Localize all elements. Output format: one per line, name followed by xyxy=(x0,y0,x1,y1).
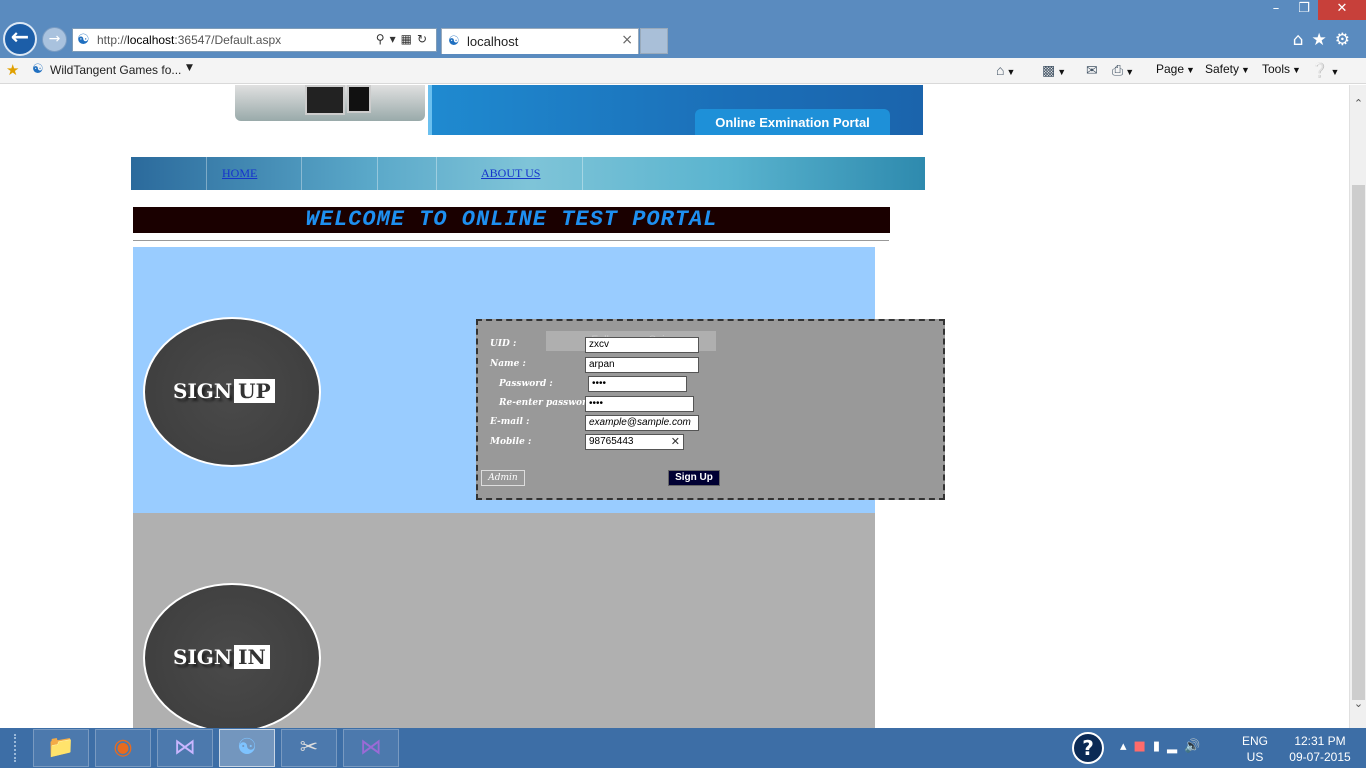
banner-graphic: Online Exmination Portal xyxy=(428,85,923,135)
site-banner: Online Exmination Portal xyxy=(235,85,923,135)
signup-badge[interactable]: SIGN UP xyxy=(143,317,321,467)
name-input[interactable]: arpan xyxy=(585,357,699,373)
firefox-icon[interactable]: ◉ xyxy=(95,729,151,767)
favorite-site-icon: ☯ xyxy=(32,62,44,77)
signin-badge-box: IN xyxy=(234,645,270,669)
mobile-label: Mobile : xyxy=(490,437,532,447)
tab-localhost[interactable]: ☯ localhost × xyxy=(441,28,639,54)
printer-icon: ⎙ xyxy=(1112,62,1124,78)
snipping-tool-icon[interactable]: ✂ xyxy=(281,729,337,767)
clear-input-icon[interactable]: ✕ xyxy=(671,435,680,449)
tools-menu[interactable]: Tools ▼ xyxy=(1262,62,1301,76)
nav-home-link[interactable]: HOME xyxy=(222,166,257,181)
home-icon[interactable]: ⌂ xyxy=(1293,30,1312,50)
compatibility-icon[interactable]: ▦ xyxy=(401,32,417,46)
help-question-icon[interactable]: ? xyxy=(1072,732,1104,764)
uid-label: UID : xyxy=(490,339,517,349)
uid-input[interactable]: zxcv xyxy=(585,337,699,353)
welcome-heading: WELCOME TO ONLINE TEST PORTAL xyxy=(133,207,890,233)
divider xyxy=(133,240,889,241)
print-menu[interactable]: ⎙ ▼ xyxy=(1112,62,1134,79)
email-input[interactable]: example@sample.com xyxy=(585,415,699,431)
home-icon: ⌂ xyxy=(996,62,1005,78)
refresh-icon[interactable]: ↻ xyxy=(417,32,432,46)
devices-image xyxy=(235,85,425,121)
home-menu[interactable]: ⌂ ▼ xyxy=(996,62,1015,78)
admin-button[interactable]: Admin xyxy=(481,470,525,486)
file-explorer-icon[interactable]: 📁 xyxy=(33,729,89,767)
dropdown-icon[interactable]: ▾ xyxy=(390,32,401,46)
settings-gear-icon[interactable]: ⚙ xyxy=(1335,30,1358,50)
mobile-input[interactable]: 98765443 ✕ xyxy=(585,434,684,450)
scroll-down-icon[interactable]: ⌄ xyxy=(1350,697,1366,710)
taskbar-grip xyxy=(14,734,24,762)
scroll-up-icon[interactable]: ⌃ xyxy=(1350,97,1366,110)
signup-badge-word: SIGN xyxy=(173,379,233,403)
chevron-down-icon[interactable]: ▼ xyxy=(186,63,193,73)
password-input[interactable]: •••• xyxy=(588,376,687,392)
tray-icons: ▴■▮▂🔊 xyxy=(1120,739,1207,754)
name-label: Name : xyxy=(490,359,526,369)
signup-button[interactable]: Sign Up xyxy=(668,470,720,486)
signin-badge-word: SIGN xyxy=(173,645,233,669)
page-menu[interactable]: Page ▼ xyxy=(1156,62,1195,76)
rss-icon: ▩ xyxy=(1042,62,1056,78)
new-tab-button[interactable] xyxy=(640,28,668,54)
taskbar-clock[interactable]: 12:31 PM 09-07-2015 xyxy=(1282,733,1358,765)
safety-menu[interactable]: Safety ▼ xyxy=(1205,62,1250,76)
email-label: E-mail : xyxy=(490,417,530,427)
scroll-thumb[interactable] xyxy=(1352,185,1365,700)
command-bar: ★ ☯ WildTangent Games fo... ▼ ⌂ ▼ ▩ ▼ ✉ ⎙ ▼… xyxy=(0,58,1366,84)
nav-about-link[interactable]: ABOUT US xyxy=(481,166,540,181)
back-button[interactable]: ← xyxy=(3,22,37,56)
tab-close-icon[interactable]: × xyxy=(621,32,633,48)
favorites-link-wildtangent[interactable]: WildTangent Games fo... xyxy=(50,63,181,77)
volume-icon[interactable]: 🔊 xyxy=(1184,739,1207,754)
search-icon[interactable]: ⚲ xyxy=(376,32,390,46)
visual-studio-old-icon[interactable]: ⋈ xyxy=(157,729,213,767)
show-hidden-icons-icon[interactable]: ▴ xyxy=(1120,739,1134,754)
close-icon[interactable]: ✕ xyxy=(1318,0,1366,20)
banner-title: Online Exmination Portal xyxy=(695,109,890,135)
window-controls: – ❐ ✕ xyxy=(1262,0,1366,20)
language-indicator[interactable]: ENG US xyxy=(1242,733,1268,765)
browser-title-bar: ← → ☯ http://localhost:36547/Default.asp… xyxy=(0,0,1366,58)
restore-icon[interactable]: ❐ xyxy=(1290,0,1318,20)
password-label: Password : xyxy=(499,379,553,389)
tab-favicon-icon: ☯ xyxy=(448,34,460,49)
antivirus-icon[interactable]: ■ xyxy=(1134,739,1153,754)
internet-explorer-icon[interactable]: ☯ xyxy=(219,729,275,767)
chevron-down-icon: ▼ xyxy=(1057,67,1067,77)
feeds-menu[interactable]: ▩ ▼ xyxy=(1042,62,1066,79)
windows-taskbar: 📁 ◉ ⋈ ☯ ✂ ⋈ ? ▴■▮▂🔊 ENG US 12:31 PM 09-07-… xyxy=(0,728,1366,768)
signup-form: Full-screen Snip UID : zxcv Name : arpan… xyxy=(476,319,945,500)
chevron-down-icon: ▼ xyxy=(1006,67,1016,77)
ie-toolbar-icons: ⌂★⚙ xyxy=(1293,30,1358,50)
unlock-icon: UP xyxy=(234,379,275,403)
visual-studio-icon[interactable]: ⋈ xyxy=(343,729,399,767)
system-tray: ? ▴■▮▂🔊 ENG US 12:31 PM 09-07-2015 xyxy=(1072,728,1366,768)
read-mail-button[interactable]: ✉ xyxy=(1086,62,1098,79)
forward-button[interactable]: → xyxy=(42,27,67,52)
favorites-star-icon[interactable]: ★ xyxy=(1312,30,1335,50)
signin-badge[interactable]: SIGN IN xyxy=(143,583,321,733)
ie-favicon-icon: ☯ xyxy=(77,32,90,48)
help-menu[interactable]: ❔ ▼ xyxy=(1311,62,1339,79)
network-signal-icon[interactable]: ▂ xyxy=(1167,739,1184,754)
address-tools[interactable]: ⚲▾▦↻ xyxy=(376,32,432,46)
address-bar[interactable]: ☯ http://localhost:36547/Default.aspx ⚲▾… xyxy=(72,28,437,52)
add-favorites-star-icon[interactable]: ★ xyxy=(6,61,19,79)
tab-title: localhost xyxy=(467,34,519,49)
chevron-down-icon: ▼ xyxy=(1125,67,1135,77)
vertical-scrollbar[interactable]: ⌃ ⌄ xyxy=(1349,85,1366,728)
minimize-icon[interactable]: – xyxy=(1262,0,1290,20)
power-icon[interactable]: ▮ xyxy=(1153,739,1167,754)
reenter-password-input[interactable]: •••• xyxy=(585,396,694,412)
address-url[interactable]: http://localhost:36547/Default.aspx xyxy=(97,33,281,47)
mail-icon: ✉ xyxy=(1086,62,1098,78)
help-icon: ❔ xyxy=(1311,62,1329,78)
main-nav: HOME ABOUT US xyxy=(131,157,925,190)
